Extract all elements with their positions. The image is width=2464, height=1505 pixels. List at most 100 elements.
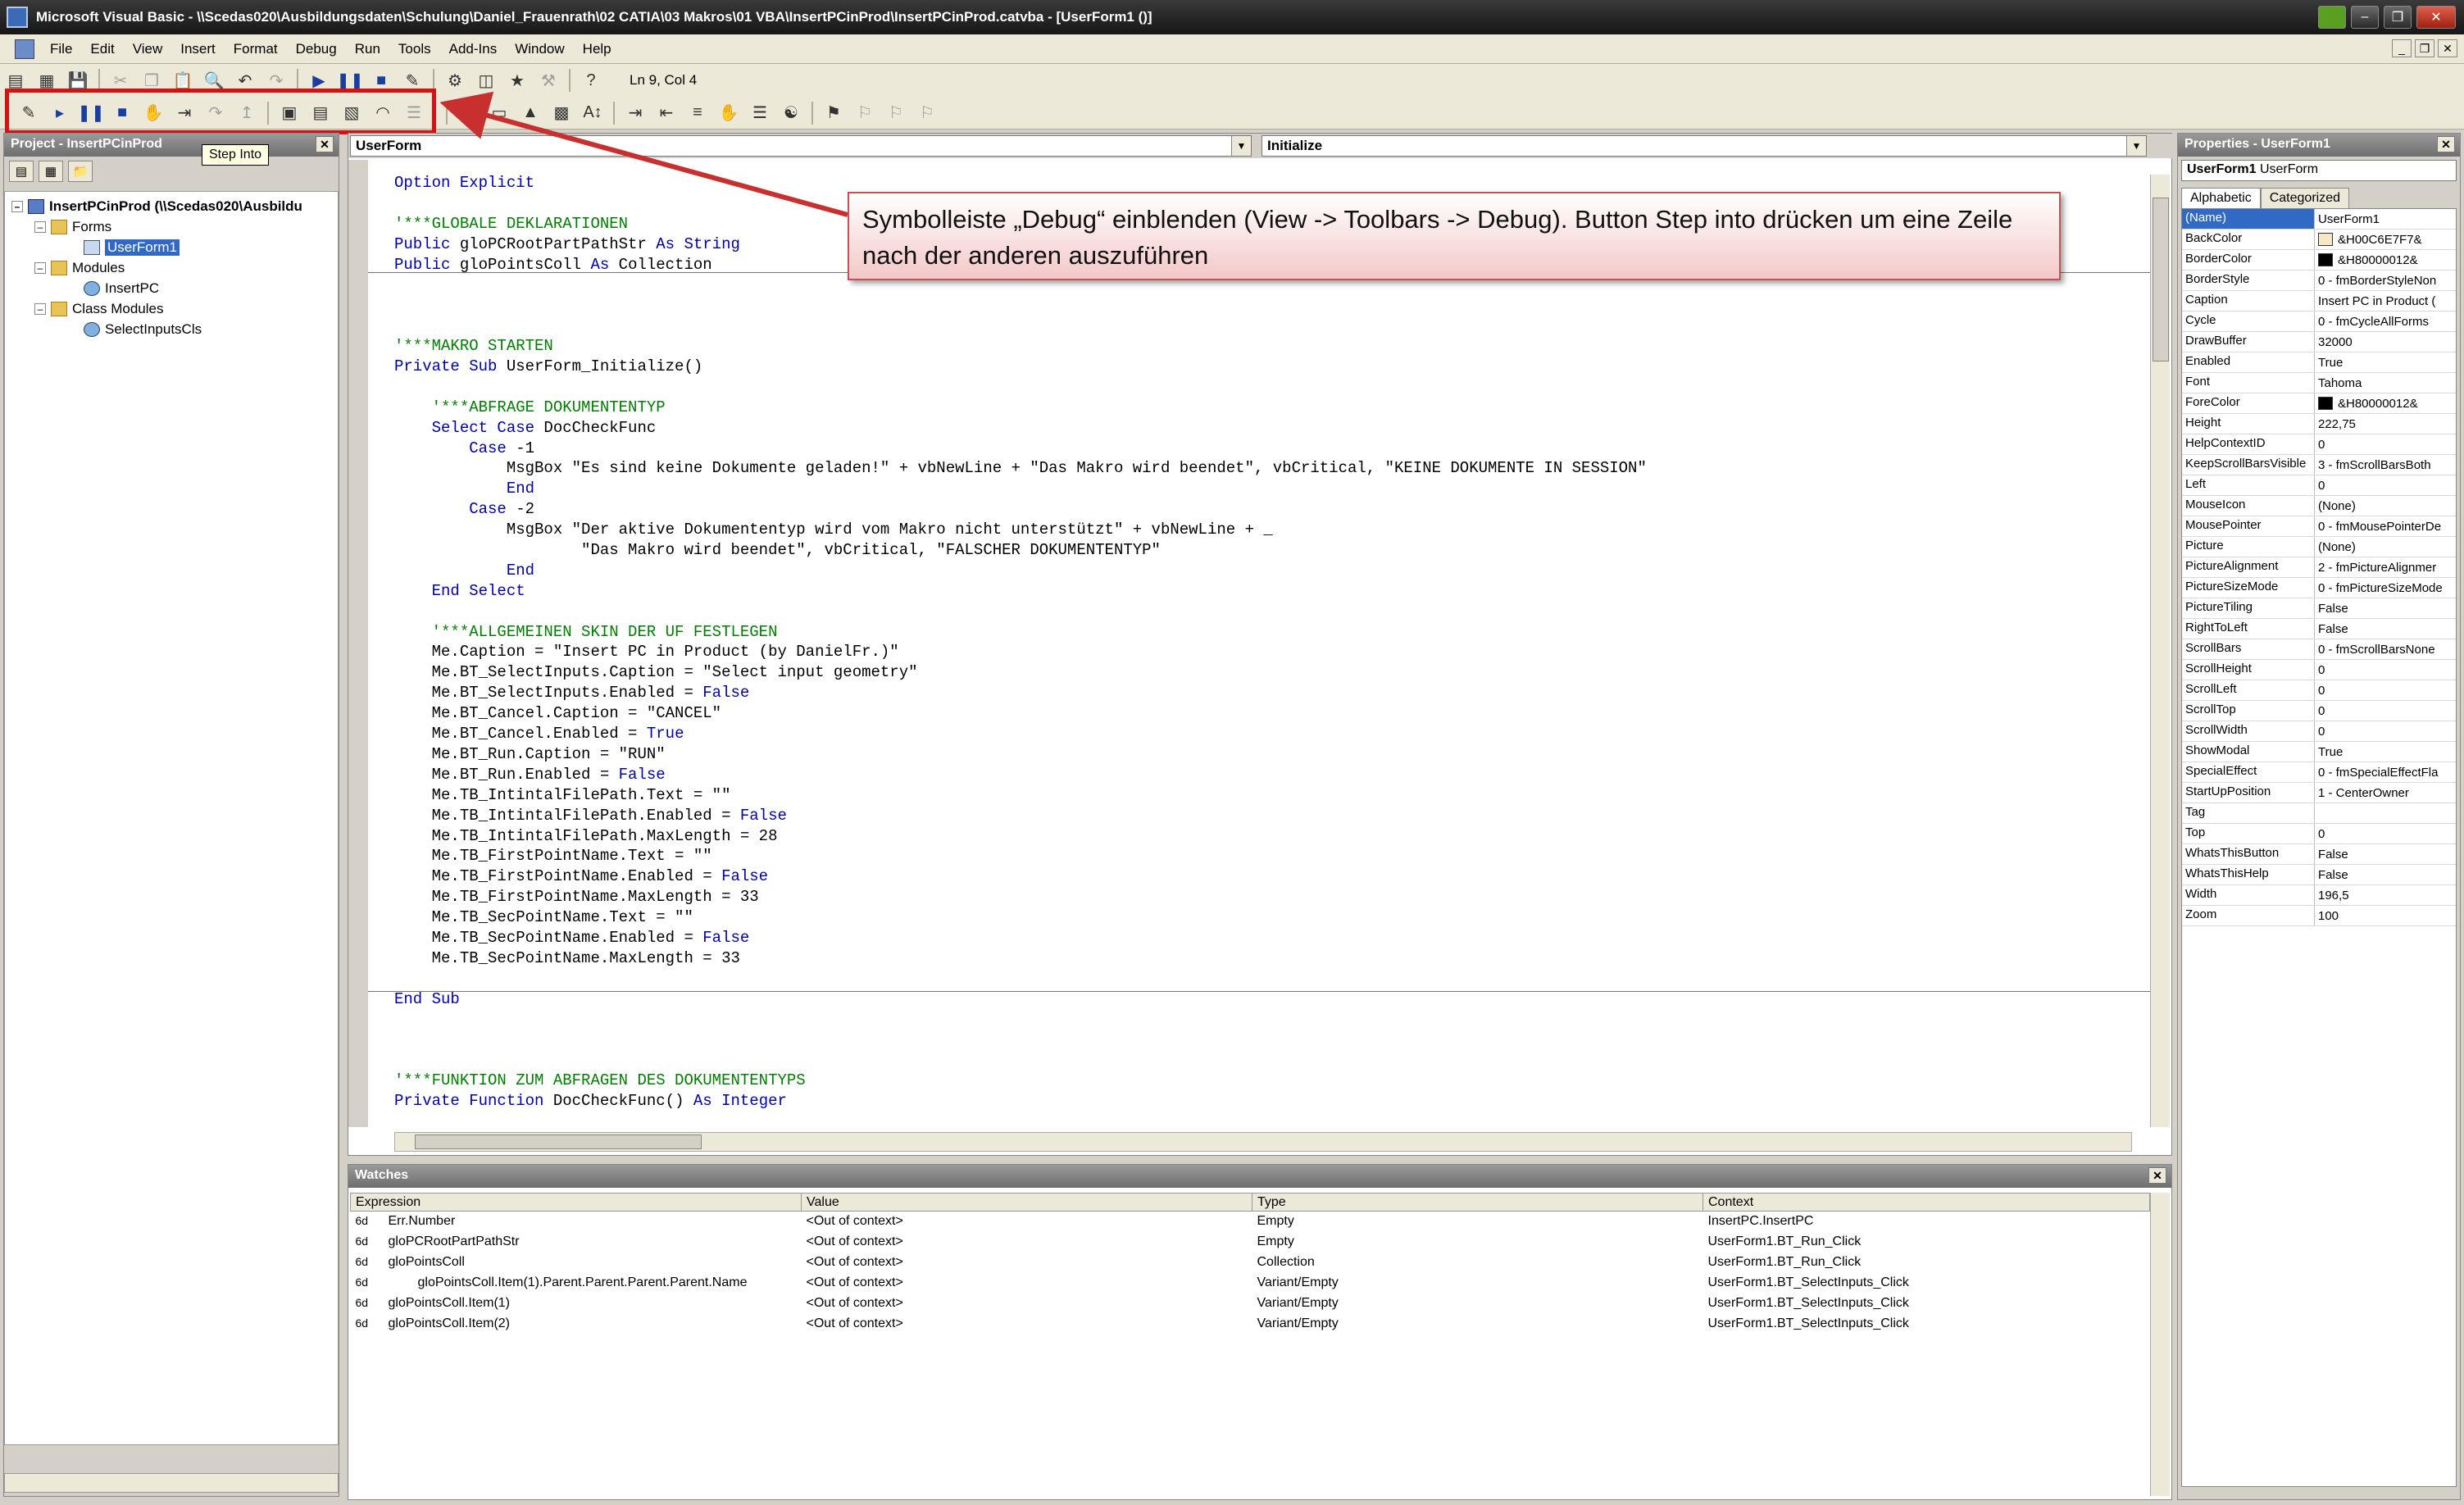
code-line[interactable]: '***FUNKTION ZUM ABFRAGEN DES DOKUMENTEN…	[394, 1071, 2132, 1091]
property-value[interactable]: 222,75	[2315, 414, 2456, 434]
code-line[interactable]: Case -1	[394, 439, 2132, 459]
property-value[interactable]: False	[2315, 865, 2456, 884]
collapse-icon[interactable]: –	[34, 303, 46, 315]
property-row[interactable]: Picture (None)	[2182, 537, 2456, 557]
uncomment-block-icon[interactable]: ☯	[777, 100, 805, 126]
code-line[interactable]: Me.TB_FirstPointName.Enabled = False	[394, 866, 2132, 887]
clear-bookmarks-icon[interactable]: ⚐	[913, 100, 941, 126]
comment-block-icon[interactable]: ☰	[746, 100, 774, 126]
code-line[interactable]: "Das Makro wird beendet", vbCritical, "F…	[394, 540, 2132, 561]
property-value[interactable]: True	[2315, 352, 2456, 372]
property-row[interactable]: PictureTiling False	[2182, 598, 2456, 619]
mdi-restore-button[interactable]: ❐	[2415, 39, 2434, 57]
property-row[interactable]: Caption Insert PC in Product (	[2182, 291, 2456, 311]
property-row[interactable]: (Name) UserForm1	[2182, 209, 2456, 230]
property-value[interactable]: 0	[2315, 434, 2456, 454]
property-value[interactable]: 0 - fmMousePointerDe	[2315, 516, 2456, 536]
menu-format[interactable]: Format	[225, 41, 287, 57]
property-value[interactable]: 0 - fmPictureSizeMode	[2315, 578, 2456, 598]
mdi-close-button[interactable]: ✕	[2438, 39, 2457, 57]
code-line[interactable]: End	[394, 561, 2132, 581]
property-value[interactable]: Insert PC in Product (	[2315, 291, 2456, 311]
indent-icon[interactable]: ⇥	[621, 100, 649, 126]
property-value[interactable]: 0 - fmBorderStyleNon	[2315, 271, 2456, 290]
code-line[interactable]	[394, 969, 2132, 989]
code-line[interactable]: Me.TB_IntintalFilePath.Enabled = False	[394, 806, 2132, 826]
object-browser-icon[interactable]: ★	[503, 67, 531, 93]
close-icon[interactable]: ✕	[316, 136, 334, 152]
procedure-combo[interactable]: Initialize ▼	[1262, 135, 2147, 157]
property-value[interactable]: 1 - CenterOwner	[2315, 783, 2456, 803]
code-line[interactable]: Private Sub UserForm_Initialize()	[394, 357, 2132, 377]
column-header-expression[interactable]: Expression	[350, 1193, 802, 1212]
property-value[interactable]: 0 - fmCycleAllForms	[2315, 311, 2456, 331]
code-line[interactable]: MsgBox "Es sind keine Dokumente geladen!…	[394, 458, 2132, 479]
property-value[interactable]: 0 - fmScrollBarsNone	[2315, 639, 2456, 659]
close-button[interactable]: ✕	[2416, 6, 2456, 29]
code-line[interactable]: Me.BT_SelectInputs.Caption = "Select inp…	[394, 662, 2132, 683]
mdi-minimize-button[interactable]: _	[2392, 39, 2412, 57]
toggle-folders-icon[interactable]: 📁	[68, 161, 93, 182]
vb-document-icon[interactable]	[15, 39, 34, 59]
maximize-button[interactable]: ❐	[2384, 6, 2412, 29]
property-value[interactable]: 0	[2315, 680, 2456, 700]
project-horizontal-scrollbar[interactable]	[4, 1473, 339, 1493]
property-value[interactable]: &H80000012&	[2315, 393, 2456, 413]
property-row[interactable]: ScrollTop 0	[2182, 701, 2456, 721]
property-value[interactable]: 0	[2315, 824, 2456, 843]
previous-bookmark-icon[interactable]: ⚐	[882, 100, 910, 126]
close-icon[interactable]: ✕	[2148, 1167, 2166, 1184]
menu-insert[interactable]: Insert	[171, 41, 225, 57]
menu-file[interactable]: File	[41, 41, 81, 57]
code-vertical-scrollbar[interactable]	[2150, 175, 2170, 1127]
margin-indicator-bar[interactable]	[348, 160, 368, 1127]
property-row[interactable]: Tag	[2182, 803, 2456, 824]
code-line[interactable]: Me.TB_SecPointName.Text = ""	[394, 907, 2132, 928]
code-line[interactable]	[394, 1030, 2132, 1050]
property-row[interactable]: ScrollLeft 0	[2182, 680, 2456, 701]
property-value[interactable]: 0 - fmSpecialEffectFla	[2315, 762, 2456, 782]
code-line[interactable]: Me.TB_SecPointName.Enabled = False	[394, 928, 2132, 948]
property-row[interactable]: ShowModal True	[2182, 742, 2456, 762]
property-row[interactable]: WhatsThisHelp False	[2182, 865, 2456, 885]
property-value[interactable]	[2315, 803, 2456, 823]
menu-add-ins[interactable]: Add-Ins	[440, 41, 507, 57]
code-line[interactable]: MsgBox "Der aktive Dokumententyp wird vo…	[394, 520, 2132, 540]
code-line[interactable]: Private Function DocCheckFunc() As Integ…	[394, 1091, 2132, 1112]
properties-object-combo[interactable]: UserForm1 UserForm	[2181, 160, 2457, 181]
property-row[interactable]: MousePointer 0 - fmMousePointerDe	[2182, 516, 2456, 537]
property-value[interactable]: 100	[2315, 906, 2456, 925]
code-line[interactable]: Me.Caption = "Insert PC in Product (by D…	[394, 642, 2132, 662]
property-value[interactable]: 0	[2315, 660, 2456, 680]
property-row[interactable]: PictureSizeMode 0 - fmPictureSizeMode	[2182, 578, 2456, 598]
collapse-icon[interactable]: –	[11, 201, 23, 212]
property-row[interactable]: PictureAlignment 2 - fmPictureAlignmer	[2182, 557, 2456, 578]
property-row[interactable]: ScrollBars 0 - fmScrollBarsNone	[2182, 639, 2456, 660]
menu-debug[interactable]: Debug	[287, 41, 346, 57]
property-row[interactable]: KeepScrollBarsVisible 3 - fmScrollBarsBot…	[2182, 455, 2456, 475]
code-line[interactable]	[394, 316, 2132, 336]
code-horizontal-scrollbar[interactable]	[394, 1132, 2132, 1152]
help-icon[interactable]: ?	[577, 67, 605, 93]
collapse-icon[interactable]: –	[34, 262, 46, 274]
property-row[interactable]: WhatsThisButton False	[2182, 844, 2456, 865]
code-line[interactable]: Select Case DocCheckFunc	[394, 418, 2132, 439]
code-line[interactable]	[394, 1112, 2132, 1124]
collapse-icon[interactable]: –	[34, 221, 46, 233]
watch-row[interactable]: 6d Err.Number <Out of context> Empty InsertP…	[351, 1212, 2150, 1232]
code-line[interactable]: '***MAKRO STARTEN	[394, 336, 2132, 357]
view-code-icon[interactable]: ▤	[9, 161, 34, 182]
code-line[interactable]: '***ALLGEMEINEN SKIN DER UF FESTLEGEN	[394, 622, 2132, 643]
menu-tools[interactable]: Tools	[389, 41, 440, 57]
property-row[interactable]: DrawBuffer 32000	[2182, 332, 2456, 352]
project-explorer-icon[interactable]: ⚙	[441, 67, 469, 93]
watches-vertical-scrollbar[interactable]	[2150, 1193, 2170, 1496]
property-value[interactable]: &H00C6E7F7&	[2315, 230, 2456, 249]
property-value[interactable]: 3 - fmScrollBarsBoth	[2315, 455, 2456, 475]
property-row[interactable]: BorderStyle 0 - fmBorderStyleNon	[2182, 271, 2456, 291]
toolbox-icon[interactable]: ▦	[454, 100, 482, 126]
menu-run[interactable]: Run	[346, 41, 389, 57]
property-value[interactable]: (None)	[2315, 537, 2456, 557]
property-row[interactable]: Height 222,75	[2182, 414, 2456, 434]
watch-row[interactable]: 6d gloPCRootPartPathStr <Out of context> Em…	[351, 1232, 2150, 1253]
